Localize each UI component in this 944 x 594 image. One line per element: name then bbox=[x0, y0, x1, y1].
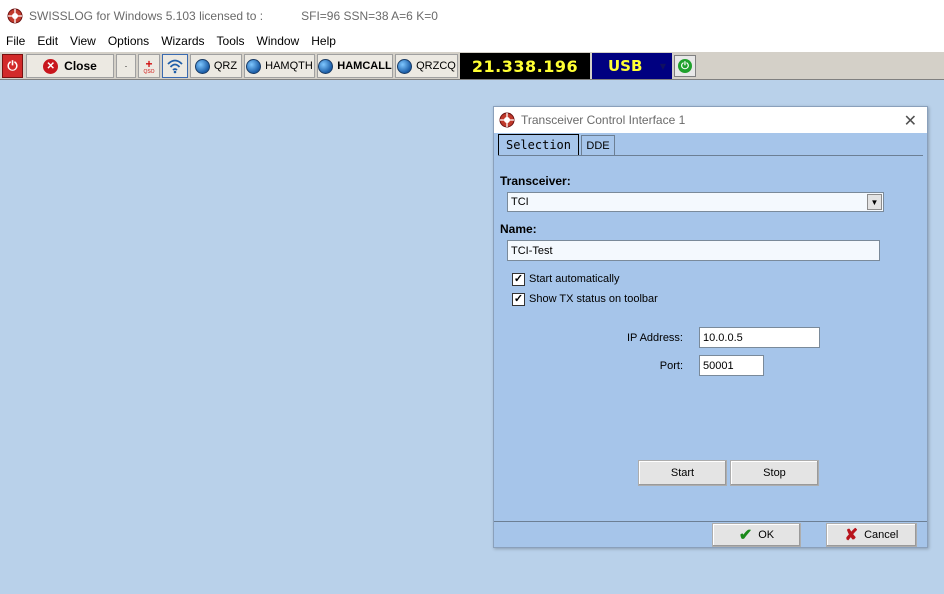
transceiver-label: Transceiver: bbox=[500, 174, 571, 188]
app-title: SWISSLOG for Windows 5.103 licensed to : bbox=[29, 8, 264, 23]
checkmark-icon: ✔ bbox=[738, 527, 753, 544]
qrz-label: QRZ bbox=[213, 60, 238, 72]
tab-divider bbox=[498, 155, 923, 156]
qso-badge: QSO bbox=[143, 68, 155, 75]
tab-selection[interactable]: Selection bbox=[498, 134, 579, 155]
qrzcq-button[interactable]: QRZCQ bbox=[395, 54, 458, 78]
swisslog-app-icon bbox=[499, 112, 515, 128]
qrz-button[interactable]: QRZ bbox=[190, 54, 242, 78]
power-on-icon: ⏻ bbox=[678, 59, 692, 73]
globe-icon bbox=[194, 58, 210, 74]
chevron-down-icon[interactable]: ▼ bbox=[867, 194, 882, 210]
start-automatically-label: Start automatically bbox=[529, 273, 620, 285]
new-qso-button[interactable]: + QSO bbox=[138, 54, 160, 78]
dialog-title-bar: Transceiver Control Interface 1 ✕ bbox=[494, 107, 927, 133]
main-toolbar: ⏻ ✕ Close · + QSO QRZ HAMQTH HAMCALL QRZ… bbox=[0, 51, 944, 80]
wifi-button[interactable] bbox=[162, 54, 188, 78]
menu-window[interactable]: Window bbox=[251, 34, 306, 48]
start-button[interactable]: Start bbox=[638, 460, 727, 486]
app-title-bar: SWISSLOG for Windows 5.103 licensed to :… bbox=[0, 0, 944, 31]
cancel-button[interactable]: ✘ Cancel bbox=[826, 523, 917, 547]
port-input[interactable]: 50001 bbox=[699, 355, 764, 376]
swisslog-app-icon bbox=[7, 8, 23, 23]
chevron-down-icon: ▼ bbox=[659, 61, 666, 71]
close-button[interactable]: ✕ Close bbox=[26, 54, 114, 78]
port-label: Port: bbox=[659, 360, 683, 372]
transceiver-value: TCI bbox=[511, 196, 529, 208]
close-button-label: Close bbox=[64, 59, 97, 73]
globe-icon bbox=[318, 58, 334, 74]
show-tx-status-label: Show TX status on toolbar bbox=[529, 293, 658, 305]
qrzcq-label: QRZCQ bbox=[416, 60, 456, 72]
ip-address-input[interactable]: 10.0.0.5 bbox=[699, 327, 820, 348]
ip-address-label: IP Address: bbox=[626, 332, 683, 344]
menu-help[interactable]: Help bbox=[305, 34, 342, 48]
power-icon: ⏻ bbox=[7, 58, 18, 73]
show-tx-status-checkbox[interactable]: ✓ bbox=[512, 293, 525, 306]
mode-value: USB bbox=[608, 57, 643, 75]
name-value: TCI-Test bbox=[511, 244, 553, 257]
propagation-status: SFI=96 SSN=38 A=6 K=0 bbox=[301, 8, 438, 23]
mode-selector[interactable]: USB ▼ bbox=[592, 53, 672, 79]
tab-dde[interactable]: DDE bbox=[581, 135, 615, 155]
ok-button-label: OK bbox=[758, 529, 775, 541]
transceiver-control-dialog: Transceiver Control Interface 1 ✕ Select… bbox=[493, 106, 928, 548]
start-automatically-checkbox[interactable]: ✓ bbox=[512, 273, 525, 286]
cross-icon: ✘ bbox=[844, 527, 859, 544]
menu-file[interactable]: File bbox=[0, 34, 31, 48]
globe-icon bbox=[246, 58, 262, 74]
menu-tools[interactable]: Tools bbox=[211, 34, 251, 48]
close-icon: ✕ bbox=[43, 58, 59, 74]
power-off-button[interactable]: ⏻ bbox=[2, 54, 23, 78]
name-label: Name: bbox=[500, 222, 537, 236]
menu-wizards[interactable]: Wizards bbox=[155, 34, 210, 48]
hamqth-label: HAMQTH bbox=[265, 60, 313, 72]
menu-edit[interactable]: Edit bbox=[31, 34, 64, 48]
plus-icon: + bbox=[145, 56, 153, 71]
rig-power-button[interactable]: ⏻ bbox=[674, 55, 696, 77]
transceiver-select[interactable]: TCI ▼ bbox=[507, 192, 884, 212]
stop-button[interactable]: Stop bbox=[730, 460, 819, 486]
hamcall-label: HAMCALL bbox=[337, 60, 392, 72]
hamqth-button[interactable]: HAMQTH bbox=[244, 54, 315, 78]
globe-icon bbox=[397, 58, 413, 74]
hamcall-button[interactable]: HAMCALL bbox=[317, 54, 393, 78]
menu-options[interactable]: Options bbox=[102, 34, 155, 48]
cancel-button-label: Cancel bbox=[864, 529, 899, 541]
name-field[interactable]: TCI-Test bbox=[507, 240, 880, 261]
dropdown-button[interactable]: · bbox=[116, 54, 136, 78]
wifi-icon bbox=[167, 59, 183, 74]
menu-bar: File Edit View Options Wizards Tools Win… bbox=[0, 31, 944, 51]
dialog-title: Transceiver Control Interface 1 bbox=[521, 113, 686, 127]
dropdown-dot-icon: · bbox=[124, 61, 128, 71]
menu-view[interactable]: View bbox=[64, 34, 102, 48]
frequency-display[interactable]: 21.338.196 bbox=[460, 53, 590, 79]
close-icon[interactable]: ✕ bbox=[904, 111, 917, 131]
ok-button[interactable]: ✔ OK bbox=[712, 523, 801, 547]
